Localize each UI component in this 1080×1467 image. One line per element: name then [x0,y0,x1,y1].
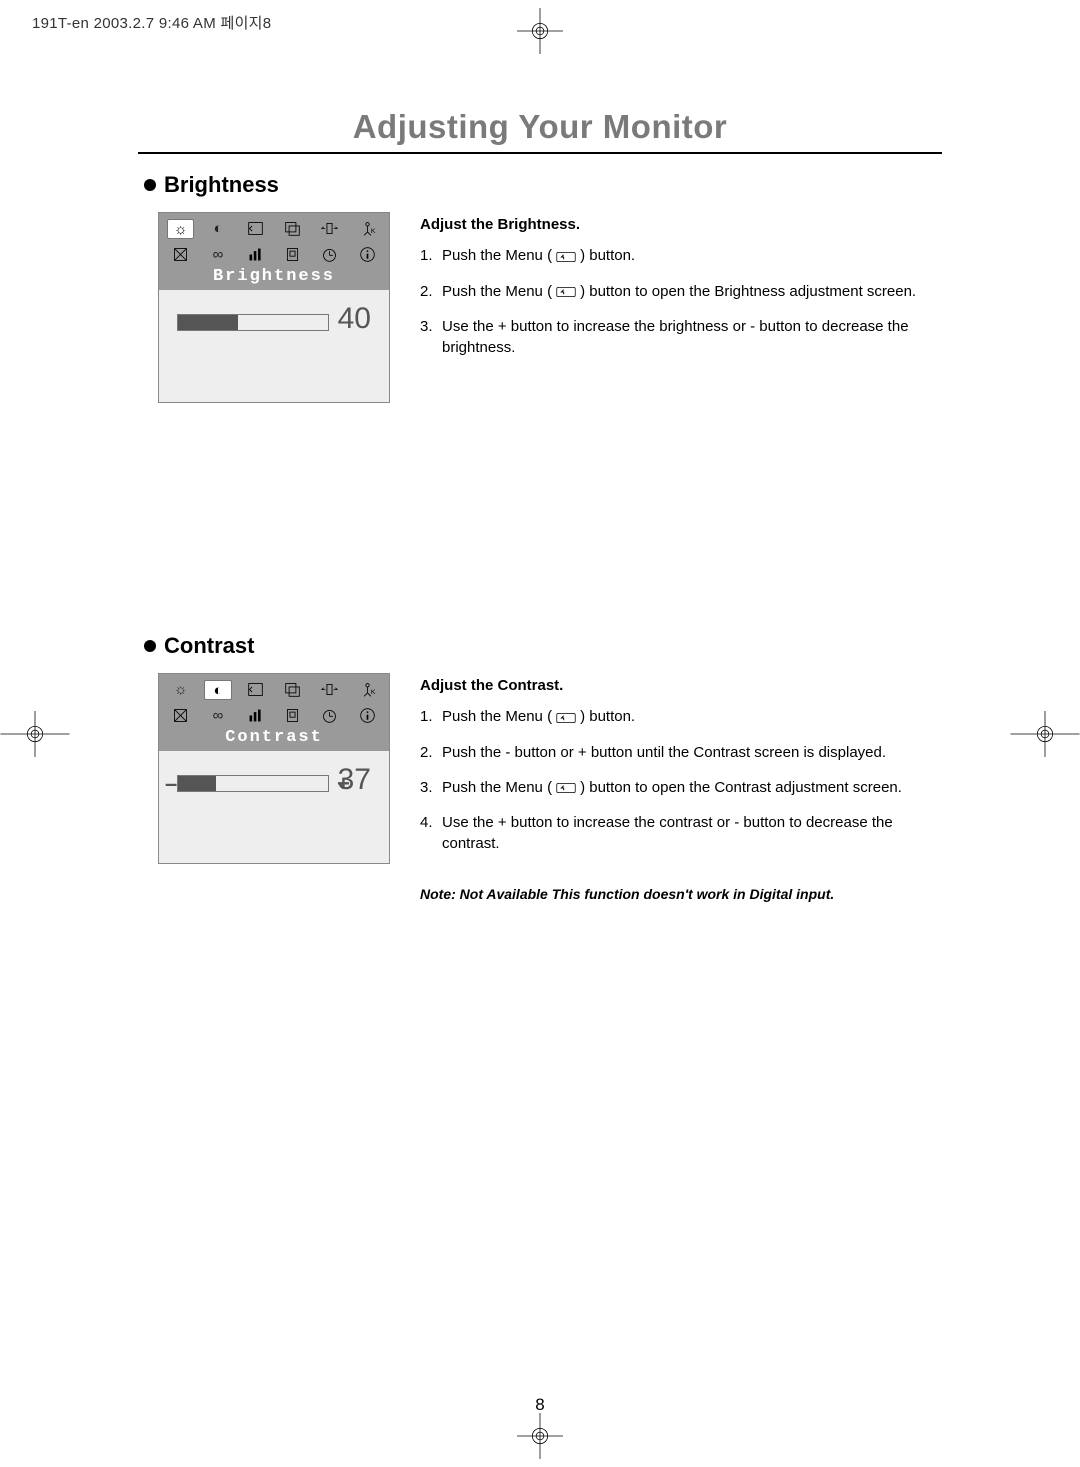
vol-icon [242,706,269,724]
page-title: Adjusting Your Monitor [138,108,942,146]
info-icon [354,706,381,724]
menu-button-icon [556,707,576,728]
window-icon [279,680,306,698]
info-icon [354,245,381,263]
step-text: Push the Menu () button. [442,706,635,728]
timer-icon [316,245,343,263]
svg-text:K: K [371,688,376,695]
menu-back-icon [242,680,269,698]
step-text: Push the Menu () button. [442,245,635,267]
page-icon [279,706,306,724]
osd-slider-track [177,314,329,331]
osd-label: Brightness [167,267,381,286]
registration-mark-left [0,711,70,757]
section-heading: Contrast [164,633,254,659]
contrast-instructions: Adjust the Contrast. 1.Push the Menu () … [420,677,942,902]
page-number: 8 [0,1395,1080,1415]
step-text: Use the + button to increase the brightn… [442,316,942,358]
instr-title: Adjust the Contrast. [420,677,942,694]
section-brightness: Brightness ☼ ◐ K ∞ [138,172,942,403]
contrast-icon: ◐ [204,219,231,237]
bullet-icon [144,640,156,652]
width-icon [316,680,343,698]
page-icon [279,245,306,263]
minus-label: – [165,771,177,797]
osd-figure-contrast: ☼ ◐ K ∞ Contr [158,673,390,864]
person-icon: K [354,219,381,237]
section-contrast: Contrast ☼ ◐ K ∞ [138,633,942,902]
width-icon [316,219,343,237]
registration-mark-top [517,8,563,54]
step-text: Use the + button to increase the contras… [442,812,942,854]
osd-value: 37 [338,763,371,797]
vol-icon [242,245,269,263]
brightness-instructions: Adjust the Brightness. 1.Push the Menu (… [420,216,942,372]
osd-value: 40 [338,302,371,336]
step-text: Push the - button or + button until the … [442,742,886,763]
contrast-note: Note: Not Available This function doesn'… [420,886,942,902]
menu-back-icon [242,219,269,237]
step-text: Push the Menu () button to open the Brig… [442,281,916,303]
registration-mark-bottom [517,1413,563,1459]
brightness-icon: ☼ [167,680,194,698]
infinity-icon: ∞ [204,245,231,263]
osd-slider-fill [178,315,238,330]
title-rule [138,152,942,154]
step-text: Push the Menu () button to open the Cont… [442,777,902,799]
corners-icon [167,245,194,263]
bullet-icon [144,179,156,191]
menu-button-icon [556,281,576,302]
svg-text:K: K [371,227,376,234]
infinity-icon: ∞ [204,706,231,724]
menu-button-icon [556,246,576,267]
section-heading: Brightness [164,172,279,198]
registration-mark-right [1010,711,1080,757]
corners-icon [167,706,194,724]
brightness-icon: ☼ [167,219,194,239]
instr-title: Adjust the Brightness. [420,216,942,233]
person-icon: K [354,680,381,698]
osd-label: Contrast [167,728,381,747]
contrast-icon: ◐ [204,680,231,700]
osd-figure-brightness: ☼ ◐ K ∞ Brigh [158,212,390,403]
osd-slider-track [177,775,329,792]
menu-button-icon [556,777,576,798]
window-icon [279,219,306,237]
running-head: 191T-en 2003.2.7 9:46 AM 페이지8 [32,12,271,33]
osd-slider-fill [178,776,216,791]
timer-icon [316,706,343,724]
